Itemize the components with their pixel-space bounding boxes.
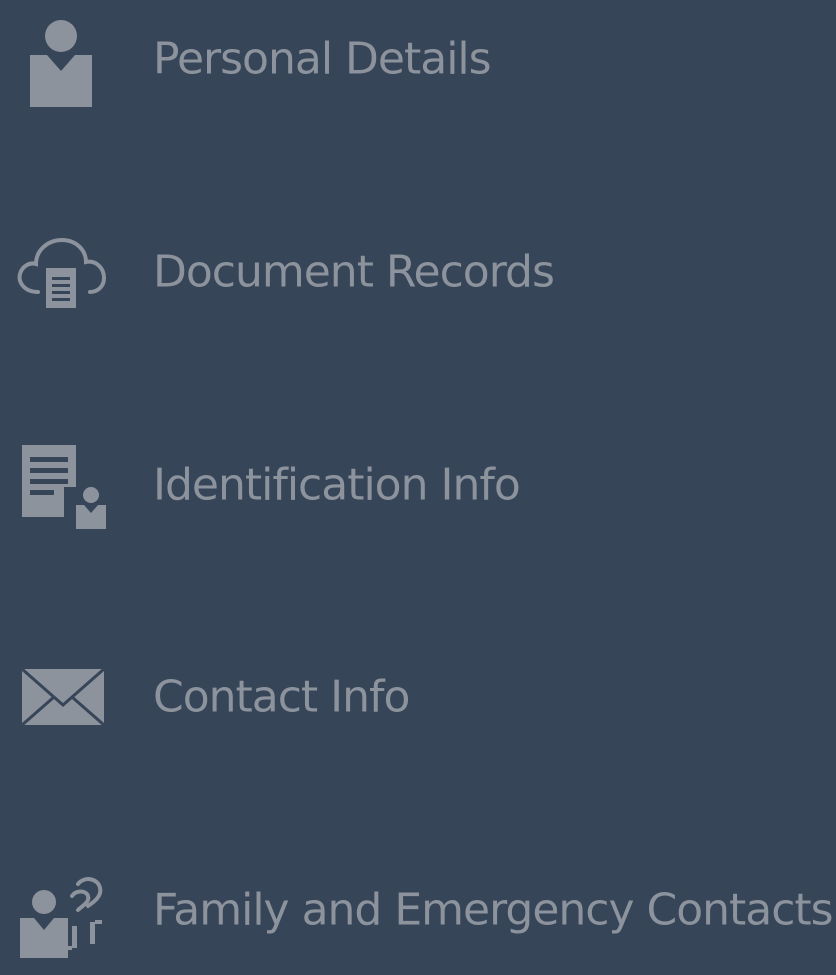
profile-sections-menu: Personal Details Document Records Identi… (0, 0, 836, 958)
sidebar-item-label: Personal Details (153, 33, 492, 85)
sidebar-item-contact-info[interactable]: Contact Info (0, 632, 836, 762)
person-icon (14, 11, 110, 107)
sidebar-item-document-records[interactable]: Document Records (0, 207, 836, 337)
sidebar-item-label: Document Records (153, 246, 555, 298)
sidebar-item-personal-details[interactable]: Personal Details (0, 0, 836, 124)
envelope-icon (14, 649, 110, 745)
sidebar-item-label: Contact Info (153, 671, 410, 723)
family-contacts-icon (14, 862, 110, 958)
sidebar-item-family-emergency-contacts[interactable]: Family and Emergency Contacts (0, 845, 836, 975)
id-document-icon (14, 437, 110, 533)
sidebar-item-identification-info[interactable]: Identification Info (0, 420, 836, 550)
sidebar-item-label: Identification Info (153, 459, 521, 511)
sidebar-item-label: Family and Emergency Contacts (153, 884, 834, 936)
cloud-document-icon (14, 224, 110, 320)
